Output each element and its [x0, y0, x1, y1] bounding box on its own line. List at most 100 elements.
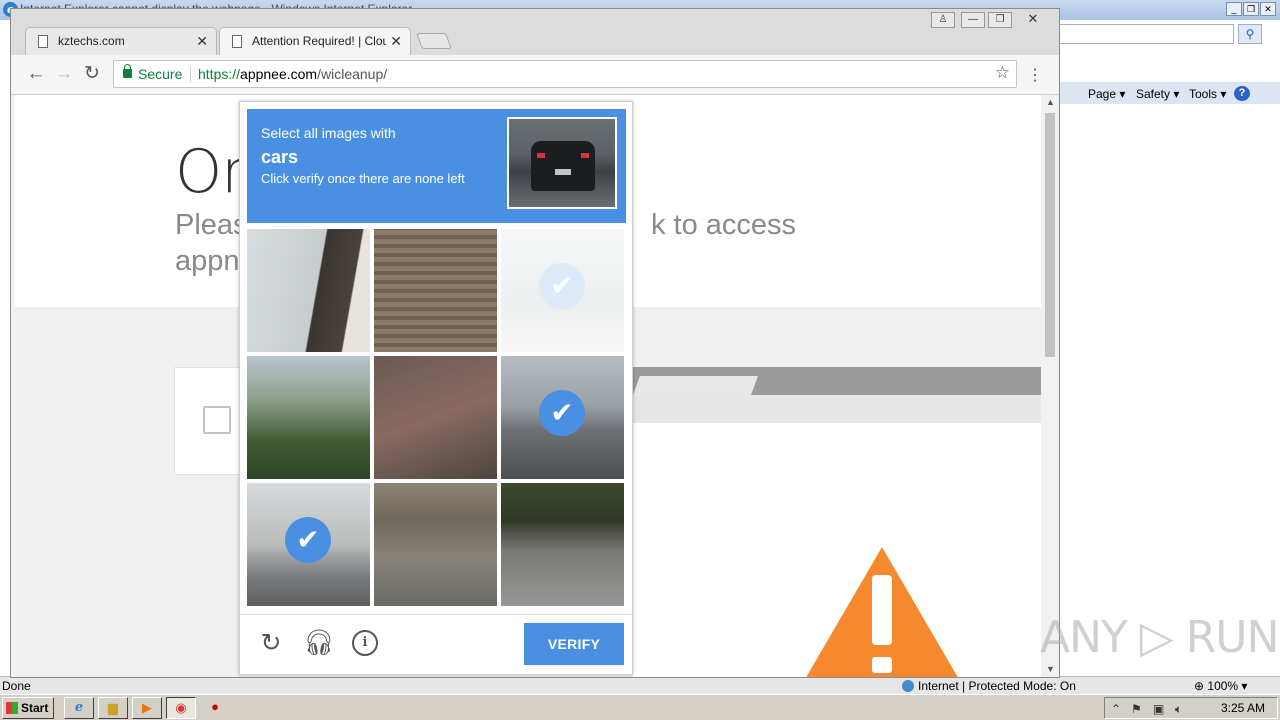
image-tile[interactable]: ✔ [501, 229, 624, 352]
ie-status-bar: Done Internet | Protected Mode: On ⊕ 100… [0, 676, 1280, 694]
bookmark-star-icon[interactable]: ☆ [995, 63, 1010, 83]
page-subtitle-end: k to access [651, 209, 797, 241]
ie-zone-indicator: Internet | Protected Mode: On [902, 679, 1076, 693]
windows-taskbar: Start e ▆ ▶ ◉ ● ⌃ ⚑ ▣ 🔈︎ 3:25 AM [0, 694, 1280, 720]
verify-button[interactable]: VERIFY [524, 623, 624, 665]
image-tile[interactable] [374, 483, 497, 606]
tab-attention-required[interactable]: Attention Required! | Cloudfl ✕ [219, 27, 411, 55]
close-window-button[interactable]: ✕ [1021, 12, 1045, 28]
back-arrow-icon[interactable]: ← [25, 64, 47, 84]
image-tile[interactable] [374, 229, 497, 352]
forward-arrow-icon[interactable]: → [53, 64, 75, 84]
exclamation-icon [870, 575, 894, 673]
selected-check-icon: ✔ [285, 517, 331, 563]
lock-icon [123, 64, 132, 78]
url-path: /wicleanup/ [317, 66, 388, 82]
internet-explorer-taskbar-icon[interactable]: e [64, 697, 94, 719]
image-grid: ✔ ✔ ✔ [247, 229, 627, 609]
image-tile[interactable]: ✔ [247, 483, 370, 606]
url-host: appnee.com [240, 66, 318, 82]
ie-close-button[interactable]: ✕ [1260, 2, 1276, 16]
image-tile[interactable] [247, 356, 370, 479]
page-subtitle-start: Pleas [175, 209, 248, 241]
ie-search-box[interactable] [1058, 24, 1234, 44]
info-icon[interactable]: i [352, 630, 378, 656]
close-tab-icon[interactable]: ✕ [390, 33, 402, 50]
ie-safety-menu[interactable]: Safety ▾ [1136, 87, 1179, 101]
system-tray: ⌃ ⚑ ▣ 🔈︎ 3:25 AM [1104, 697, 1278, 719]
network-icon[interactable]: ▣ [1153, 702, 1164, 716]
car-image [531, 141, 595, 191]
ie-zone-label: Internet | Protected Mode: On [918, 679, 1076, 693]
anyrun-watermark: ANY ▷ RUN [1040, 612, 1279, 663]
ie-page-menu[interactable]: Page ▾ [1088, 87, 1125, 101]
challenge-hint: Click verify once there are none left [261, 171, 465, 186]
page-icon [232, 35, 242, 48]
page-scrollbar[interactable]: ▲ ▼ [1041, 95, 1059, 677]
tail-light [581, 153, 589, 158]
tab-label: Attention Required! | Cloudfl [252, 34, 386, 48]
reload-icon[interactable]: ↻ [81, 64, 103, 84]
start-button[interactable]: Start [2, 697, 54, 719]
new-tab-button[interactable] [416, 33, 452, 49]
image-tile[interactable] [374, 356, 497, 479]
volume-icon[interactable]: 🔈︎ [1175, 702, 1182, 717]
minimize-button[interactable]: — [961, 12, 985, 28]
tray-expand-icon[interactable]: ⌃ [1111, 702, 1121, 716]
sample-image [507, 117, 617, 209]
ie-page-area [1058, 104, 1280, 676]
browser-illustration-toolbar [633, 395, 1041, 423]
ie-minimize-button[interactable]: _ [1226, 2, 1242, 16]
address-bar[interactable]: Secure https://appnee.com/wicleanup/ ☆ [113, 60, 1017, 88]
exclamation-bar [872, 575, 892, 645]
secure-label: Secure [138, 66, 183, 82]
image-tile[interactable] [247, 229, 370, 352]
ie-help-icon[interactable]: ? [1234, 86, 1250, 101]
tab-kztechs[interactable]: kztechs.com ✕ [25, 27, 217, 55]
selected-check-icon: ✔ [539, 390, 585, 436]
tail-light [537, 153, 545, 158]
url-scheme: https:// [198, 66, 241, 82]
tab-label: kztechs.com [58, 34, 125, 48]
url-text[interactable]: https://appnee.com/wicleanup/ [198, 66, 387, 82]
challenge-footer-divider [240, 614, 632, 615]
ie-search-icon[interactable]: ⚲ [1238, 24, 1262, 44]
profile-icon[interactable]: ♙ [931, 12, 955, 28]
image-tile[interactable]: ✔ [501, 356, 624, 479]
challenge-instruction: Select all images with [261, 125, 396, 141]
audio-challenge-icon[interactable]: 🎧︎ [303, 628, 335, 658]
selected-check-icon: ✔ [539, 263, 585, 309]
license-plate [555, 169, 571, 175]
taskbar-clock[interactable]: 3:25 AM [1221, 701, 1265, 715]
scroll-down-icon[interactable]: ▼ [1046, 664, 1055, 674]
tab-strip: kztechs.com ✕ Attention Required! | Clou… [11, 9, 1059, 55]
image-tile[interactable] [501, 483, 624, 606]
close-tab-icon[interactable]: ✕ [196, 33, 208, 50]
ie-tools-menu[interactable]: Tools ▾ [1189, 87, 1226, 101]
browser-illustration-tab [633, 376, 758, 395]
challenge-header: Select all images with cars Click verify… [247, 109, 626, 223]
media-player-taskbar-icon[interactable]: ▶ [132, 697, 162, 719]
ie-zoom-level[interactable]: ⊕ 100% ▾ [1194, 679, 1247, 693]
scroll-up-icon[interactable]: ▲ [1046, 97, 1055, 107]
ie-restore-button[interactable]: ❐ [1243, 2, 1259, 16]
chrome-taskbar-icon[interactable]: ◉ [166, 697, 196, 719]
scroll-thumb[interactable] [1045, 113, 1055, 357]
folder-taskbar-icon[interactable]: ▆ [98, 697, 128, 719]
page-subtitle-line2: appn [175, 245, 240, 277]
page-icon [38, 35, 48, 48]
omnibox-divider [190, 66, 191, 82]
ie-status-text: Done [2, 679, 31, 693]
start-label: Start [21, 701, 49, 715]
restore-button[interactable]: ❐ [988, 12, 1012, 28]
recaptcha-challenge: Select all images with cars Click verify… [239, 101, 633, 675]
chrome-menu-icon[interactable]: ⋮ [1027, 65, 1043, 85]
browser-toolbar: ← → ↻ Secure https://appnee.com/wicleanu… [11, 55, 1059, 95]
ie-command-bar: Page ▾ Safety ▾ Tools ▾ ? [1058, 82, 1280, 104]
reload-challenge-icon[interactable]: ↻ [256, 628, 286, 658]
action-center-flag-icon[interactable]: ⚑ [1131, 702, 1142, 716]
recaptcha-checkbox[interactable] [203, 406, 231, 434]
antivirus-taskbar-icon[interactable]: ● [200, 697, 230, 719]
ie-zoom-value: 100% [1207, 679, 1239, 693]
windows-flag-icon [6, 702, 18, 714]
